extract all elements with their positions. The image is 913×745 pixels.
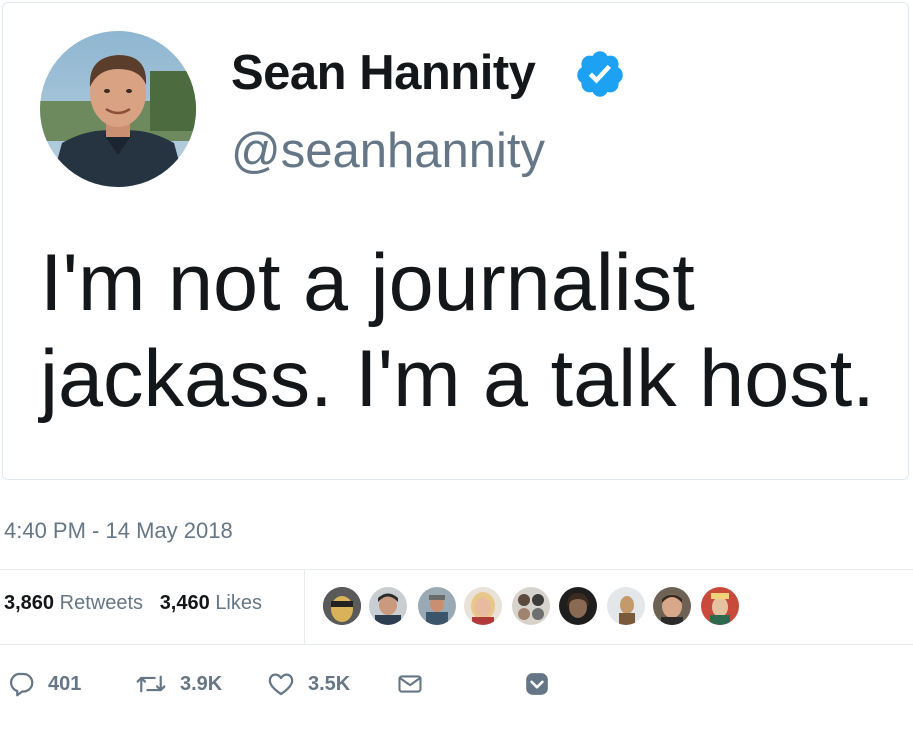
divider [0,569,913,570]
retweets-stat[interactable]: 3,860 Retweets [4,592,149,614]
author-avatar[interactable] [40,31,196,187]
retweets-count: 3,860 [4,592,55,614]
like-icon [268,673,294,696]
direct-message-button[interactable] [396,662,424,706]
liker-avatar[interactable] [559,587,597,625]
direct-message-icon [398,675,422,693]
like-count: 3.5K [308,672,351,695]
likes-stat[interactable]: 3,460 Likes [160,592,262,614]
liker-avatar[interactable] [323,587,361,625]
tweet-text-line: I'm not a journalist [40,238,695,328]
tweet-card: Sean Hannity @seanhannity I'm not a jour… [2,2,909,480]
author-handle[interactable]: @seanhannity [231,121,545,181]
tweet-timestamp[interactable]: 4:40 PM - 14 May 2018 [4,518,233,544]
verified-badge-icon [574,48,626,100]
more-button[interactable] [524,662,550,706]
like-button[interactable]: 3.5K [266,662,350,706]
tweet-text-line: jackass. I'm a talk host. [40,334,875,424]
more-chevron-icon [526,673,548,695]
liker-avatar[interactable] [369,587,407,625]
tweet-text: I'm not a journalist jackass. I'm a talk… [40,235,900,427]
likes-count: 3,460 [159,592,210,614]
likes-label: Likes [215,592,263,614]
liker-avatar[interactable] [418,587,456,625]
liker-avatar[interactable] [607,587,645,625]
reply-count: 401 [48,672,82,695]
profile-photo-icon [40,31,196,187]
retweet-count: 3.9K [180,672,223,695]
divider [0,644,913,645]
retweets-label: Retweets [59,592,143,614]
tweet-actions: 401 3.9K 3.5K [0,662,913,706]
liker-avatar[interactable] [701,587,739,625]
retweet-button[interactable]: 3.9K [134,662,222,706]
liker-avatar[interactable] [653,587,691,625]
liker-avatar[interactable] [464,587,502,625]
retweet-icon [136,675,166,693]
author-display-name[interactable]: Sean Hannity [231,43,536,103]
reply-button[interactable]: 401 [6,662,81,706]
reply-icon [10,672,34,697]
stats-separator [304,570,305,644]
tweet-stats: 3,860 Retweets 3,460 Likes [4,592,262,615]
liker-avatar[interactable] [512,587,550,625]
